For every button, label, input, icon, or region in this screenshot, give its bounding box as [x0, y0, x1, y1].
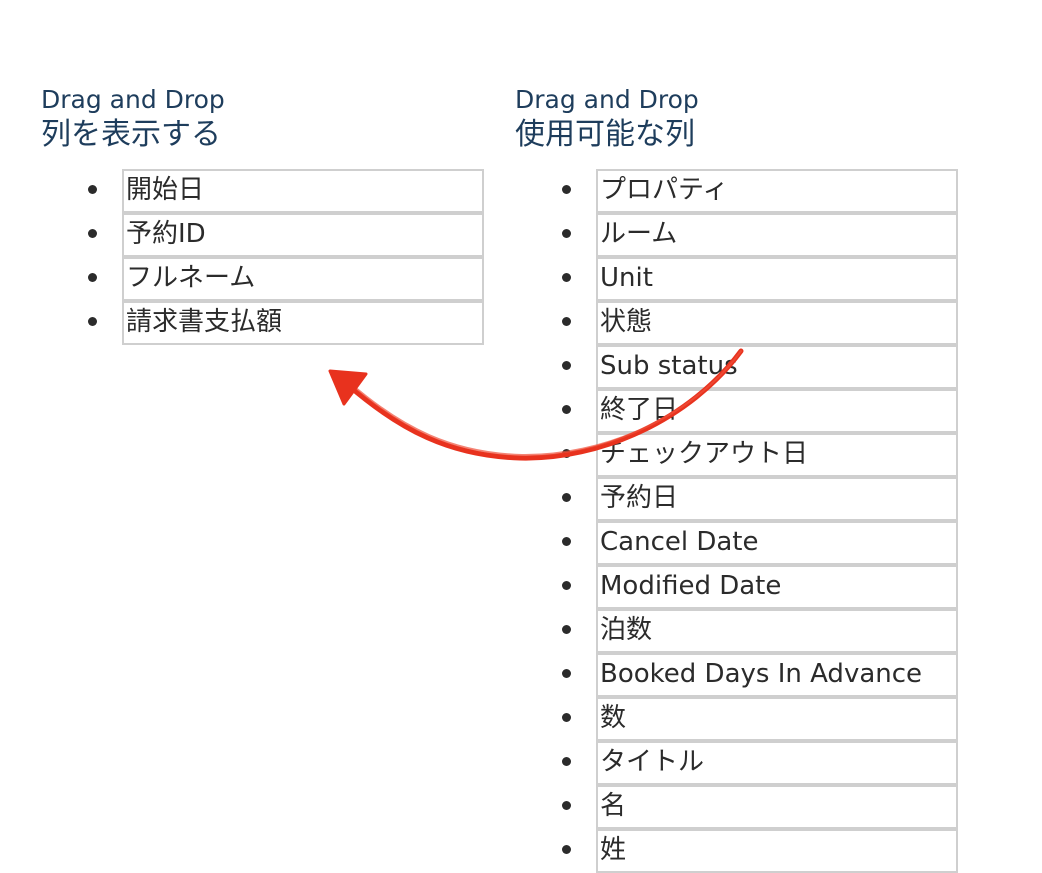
list-item: プロパティ — [562, 169, 958, 213]
column-item-title[interactable]: タイトル — [596, 741, 958, 785]
column-item-unit[interactable]: Unit — [596, 257, 958, 301]
list-item: 終了日 — [562, 389, 958, 433]
list-item: 泊数 — [562, 609, 958, 653]
bullet-icon — [562, 405, 571, 414]
column-item-booking-date[interactable]: 予約日 — [596, 477, 958, 521]
available-columns-panel: Drag and Drop 使用可能な列 プロパティ ルーム Unit 状態 S… — [515, 84, 958, 873]
list-item: 予約ID — [88, 213, 484, 257]
column-item-count[interactable]: 数 — [596, 697, 958, 741]
list-item: 請求書支払額 — [88, 301, 484, 345]
bullet-icon — [562, 537, 571, 546]
column-item-property[interactable]: プロパティ — [596, 169, 958, 213]
bullet-icon — [562, 669, 571, 678]
list-item: Booked Days In Advance — [562, 653, 958, 697]
bullet-icon — [88, 273, 97, 282]
column-item-first-name[interactable]: 名 — [596, 785, 958, 829]
bullet-icon — [88, 317, 97, 326]
displayed-columns-list: 開始日 予約ID フルネーム 請求書支払額 — [88, 169, 484, 345]
available-columns-list: プロパティ ルーム Unit 状態 Sub status 終了日 チェックアウト… — [562, 169, 958, 873]
bullet-icon — [562, 185, 571, 194]
column-item-last-name[interactable]: 姓 — [596, 829, 958, 873]
column-item-checkout-date[interactable]: チェックアウト日 — [596, 433, 958, 477]
list-item: 数 — [562, 697, 958, 741]
available-columns-title: 使用可能な列 — [515, 117, 695, 152]
bullet-icon — [88, 229, 97, 238]
bullet-icon — [562, 273, 571, 282]
column-item-start-date[interactable]: 開始日 — [122, 169, 484, 213]
list-item: ルーム — [562, 213, 958, 257]
drag-drop-hint: Drag and Drop — [515, 85, 699, 114]
list-item: タイトル — [562, 741, 958, 785]
column-item-invoice-amount[interactable]: 請求書支払額 — [122, 301, 484, 345]
bullet-icon — [562, 361, 571, 370]
bullet-icon — [562, 229, 571, 238]
column-item-modified-date[interactable]: Modified Date — [596, 565, 958, 609]
bullet-icon — [562, 757, 571, 766]
list-item: チェックアウト日 — [562, 433, 958, 477]
bullet-icon — [562, 317, 571, 326]
list-item: 開始日 — [88, 169, 484, 213]
list-item: 姓 — [562, 829, 958, 873]
list-item: Sub status — [562, 345, 958, 389]
column-item-reservation-id[interactable]: 予約ID — [122, 213, 484, 257]
column-item-cancel-date[interactable]: Cancel Date — [596, 521, 958, 565]
list-item: 予約日 — [562, 477, 958, 521]
column-item-status[interactable]: 状態 — [596, 301, 958, 345]
bullet-icon — [562, 493, 571, 502]
list-item: Modified Date — [562, 565, 958, 609]
displayed-columns-panel: Drag and Drop 列を表示する 開始日 予約ID フルネーム 請求書支… — [41, 84, 484, 345]
bullet-icon — [562, 449, 571, 458]
list-item: Unit — [562, 257, 958, 301]
list-item: 名 — [562, 785, 958, 829]
list-item: Cancel Date — [562, 521, 958, 565]
bullet-icon — [562, 625, 571, 634]
column-item-end-date[interactable]: 終了日 — [596, 389, 958, 433]
column-item-full-name[interactable]: フルネーム — [122, 257, 484, 301]
bullet-icon — [562, 581, 571, 590]
bullet-icon — [562, 845, 571, 854]
list-item: 状態 — [562, 301, 958, 345]
list-item: フルネーム — [88, 257, 484, 301]
bullet-icon — [88, 185, 97, 194]
column-item-sub-status[interactable]: Sub status — [596, 345, 958, 389]
column-item-room[interactable]: ルーム — [596, 213, 958, 257]
bullet-icon — [562, 713, 571, 722]
column-item-booked-days-in-advance[interactable]: Booked Days In Advance — [596, 653, 958, 697]
displayed-columns-title: 列を表示する — [41, 117, 221, 152]
column-item-nights[interactable]: 泊数 — [596, 609, 958, 653]
bullet-icon — [562, 801, 571, 810]
drag-drop-hint: Drag and Drop — [41, 85, 225, 114]
